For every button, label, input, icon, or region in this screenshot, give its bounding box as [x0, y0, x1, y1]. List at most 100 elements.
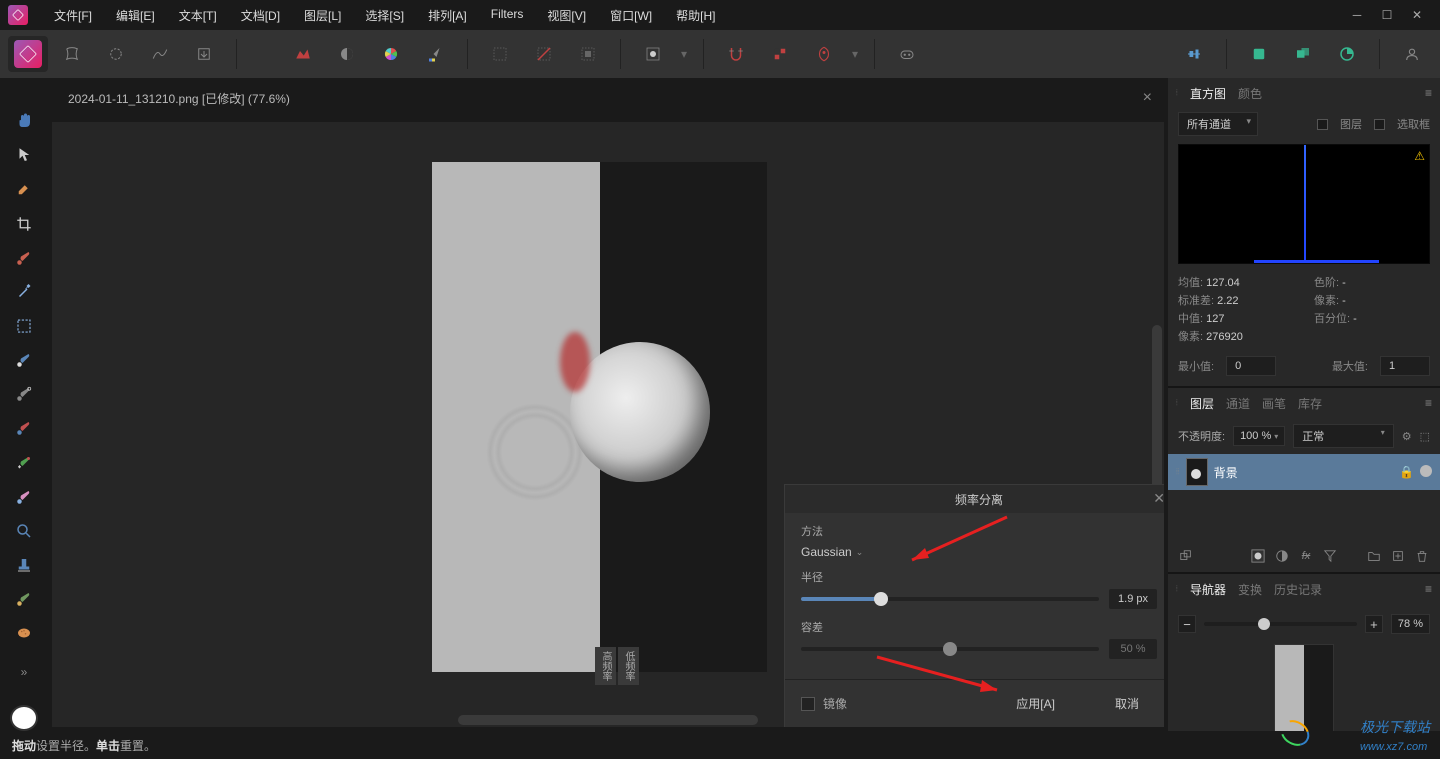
maximize-button[interactable]: ☐ [1380, 8, 1394, 22]
layer-name[interactable]: 背景 [1214, 464, 1393, 481]
selection-invert-button[interactable] [568, 36, 608, 72]
layer-visibility-icon[interactable] [1420, 465, 1432, 477]
auto-colors-button[interactable] [371, 36, 411, 72]
paint-tool[interactable] [9, 586, 39, 612]
auto-whitebalance-button[interactable] [415, 36, 455, 72]
delete-layer-icon[interactable] [1414, 548, 1430, 564]
warning-icon[interactable]: ⚠ [1414, 149, 1425, 163]
tab-histogram[interactable]: 直方图 [1190, 85, 1226, 102]
layer-thumbnail[interactable] [1186, 458, 1208, 486]
healing-tool[interactable] [9, 450, 39, 476]
live-filter-icon[interactable] [1322, 548, 1338, 564]
tab-navigator[interactable]: 导航器 [1190, 581, 1226, 598]
add-layer-icon[interactable] [1390, 548, 1406, 564]
menu-document[interactable]: 文档[D] [231, 3, 290, 28]
persona-liquify-button[interactable] [52, 36, 92, 72]
merge-icon[interactable] [1178, 548, 1194, 564]
apply-button[interactable]: 应用[A] [998, 690, 1073, 717]
panel-menu-button[interactable]: ≡ [1425, 396, 1432, 410]
layer-checkbox[interactable] [1317, 119, 1328, 130]
horizontal-scrollbar[interactable] [458, 715, 758, 725]
selection-none-button[interactable] [524, 36, 564, 72]
tab-channels[interactable]: 通道 [1226, 395, 1250, 412]
shape1-button[interactable] [1239, 36, 1279, 72]
stamp-tool[interactable] [9, 552, 39, 578]
zoom-out-button[interactable]: − [1178, 615, 1196, 633]
quickmask-button[interactable] [633, 36, 673, 72]
color-picker-tool[interactable] [9, 176, 39, 202]
cancel-button[interactable]: 取消 [1097, 690, 1157, 717]
method-dropdown[interactable]: Gaussian⌄ [801, 543, 863, 561]
align-button[interactable] [1174, 36, 1214, 72]
crop-tool[interactable] [9, 210, 39, 236]
opacity-input[interactable]: 100 %▾ [1233, 426, 1285, 446]
tab-stock[interactable]: 库存 [1298, 395, 1322, 412]
layer-row-background[interactable]: ⦙⦙ 背景 🔒 [1168, 454, 1440, 490]
persona-photo-button[interactable] [8, 36, 48, 72]
lock-icon[interactable]: ⬚ [1420, 430, 1430, 443]
radius-slider[interactable] [801, 597, 1099, 601]
tab-color[interactable]: 颜色 [1238, 85, 1262, 102]
brush-tool[interactable] [9, 245, 39, 271]
snapping-button[interactable] [716, 36, 756, 72]
assistant-button[interactable] [804, 36, 844, 72]
menu-view[interactable]: 视图[V] [537, 3, 596, 28]
shape2-button[interactable] [1283, 36, 1323, 72]
group-icon[interactable] [1366, 548, 1382, 564]
layer-handle-icon[interactable]: ⦙⦙ [1176, 467, 1180, 477]
dialog-close-button[interactable]: ✕ [1153, 490, 1164, 507]
erase-tool[interactable] [9, 347, 39, 373]
selection-checkbox[interactable] [1374, 119, 1385, 130]
inpainting-tool[interactable] [9, 415, 39, 441]
gear-icon[interactable]: ⚙ [1402, 430, 1412, 443]
max-value-input[interactable]: 1 [1380, 356, 1430, 376]
zoom-in-button[interactable]: + [1365, 615, 1383, 633]
channel-dropdown[interactable]: 所有通道 [1178, 112, 1258, 136]
hand-tool[interactable] [9, 108, 39, 134]
shape3-button[interactable] [1327, 36, 1367, 72]
menu-filters[interactable]: Filters [481, 3, 534, 28]
radius-value[interactable]: 1.9 px [1109, 589, 1157, 609]
panel-menu-button[interactable]: ≡ [1425, 86, 1432, 100]
menu-arrange[interactable]: 排列[A] [418, 3, 477, 28]
marquee-tool[interactable] [9, 313, 39, 339]
stock-button[interactable] [887, 36, 927, 72]
force-pixel-button[interactable] [760, 36, 800, 72]
fx-icon[interactable]: fx [1298, 548, 1314, 564]
zoom-slider[interactable] [1204, 622, 1357, 626]
more-tools[interactable]: » [9, 659, 39, 685]
wand-tool[interactable] [9, 279, 39, 305]
panel-menu-button[interactable]: ≡ [1425, 582, 1432, 596]
selection-all-button[interactable] [480, 36, 520, 72]
clone-tool[interactable] [9, 381, 39, 407]
document-tab[interactable]: 2024-01-11_131210.png [已修改] (77.6%) [56, 84, 302, 113]
zoom-value[interactable]: 78 % [1391, 614, 1430, 634]
menu-edit[interactable]: 编辑[E] [106, 3, 165, 28]
tab-layers[interactable]: 图层 [1190, 395, 1214, 412]
menu-help[interactable]: 帮助[H] [666, 3, 725, 28]
account-button[interactable] [1392, 36, 1432, 72]
mirror-checkbox[interactable] [801, 697, 815, 711]
close-button[interactable]: ✕ [1410, 8, 1424, 22]
tab-transform[interactable]: 变换 [1238, 581, 1262, 598]
menu-window[interactable]: 窗口[W] [600, 3, 662, 28]
assistant-dropdown[interactable]: ▾ [848, 36, 862, 72]
menu-text[interactable]: 文本[T] [169, 3, 227, 28]
canvas[interactable]: 高频率 低频率 频率分离 ✕ 方法 Gaussian⌄ 半径 [52, 122, 1164, 727]
menu-select[interactable]: 选择[S] [355, 3, 414, 28]
foreground-color-swatch[interactable] [10, 705, 38, 731]
quickmask-dropdown[interactable]: ▾ [677, 36, 691, 72]
tolerance-value[interactable]: 50 % [1109, 639, 1157, 659]
tab-history[interactable]: 历史记录 [1274, 581, 1322, 598]
minimize-button[interactable]: ─ [1350, 8, 1364, 22]
persona-develop-button[interactable] [96, 36, 136, 72]
mask-icon[interactable] [1250, 548, 1266, 564]
persona-tone-button[interactable] [140, 36, 180, 72]
auto-contrast-button[interactable] [327, 36, 367, 72]
close-tab-button[interactable]: × [1135, 85, 1160, 111]
move-tool[interactable] [9, 142, 39, 168]
tolerance-slider[interactable] [801, 647, 1099, 651]
dialog-title-bar[interactable]: 频率分离 ✕ [785, 485, 1164, 513]
smudge-tool[interactable] [9, 484, 39, 510]
blend-mode-dropdown[interactable]: 正常▾ [1293, 424, 1393, 448]
